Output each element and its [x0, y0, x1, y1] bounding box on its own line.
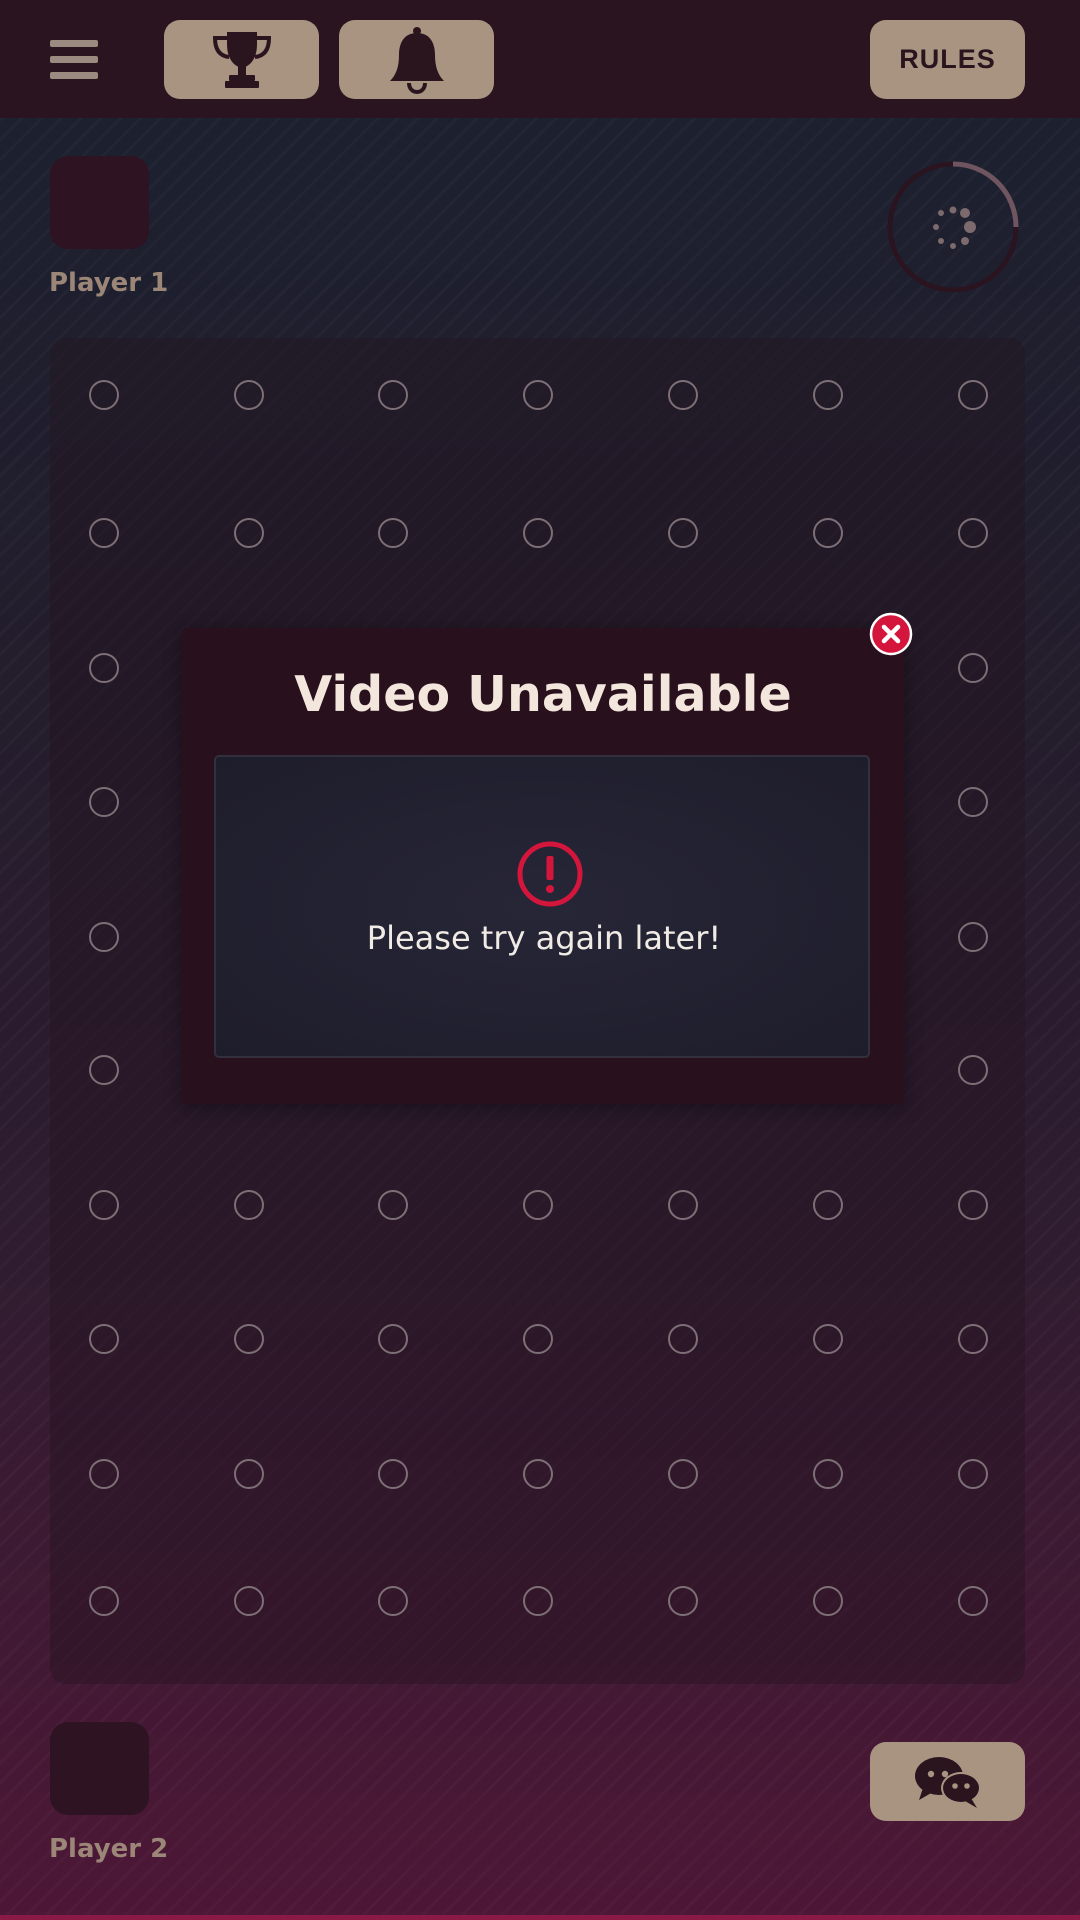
video-unavailable-dialog: Video Unavailable Please try again later… — [182, 628, 904, 1104]
board-slot[interactable] — [89, 922, 119, 952]
loading-spinner-icon — [933, 206, 976, 249]
notifications-button[interactable] — [339, 20, 494, 99]
board-slot[interactable] — [668, 1190, 698, 1220]
board-slot[interactable] — [523, 380, 553, 410]
board-slot[interactable] — [668, 518, 698, 548]
hamburger-menu-icon[interactable] — [50, 40, 98, 80]
video-player-area: Please try again later! — [214, 755, 870, 1058]
board-slot[interactable] — [523, 1459, 553, 1489]
chat-button[interactable] — [870, 1742, 1025, 1821]
board-slot[interactable] — [378, 380, 408, 410]
board-slot[interactable] — [813, 518, 843, 548]
board-slot[interactable] — [234, 1324, 264, 1354]
board-slot[interactable] — [958, 380, 988, 410]
board-slot[interactable] — [234, 1190, 264, 1220]
board-slot[interactable] — [89, 1190, 119, 1220]
board-slot[interactable] — [378, 1190, 408, 1220]
rules-label: RULES — [899, 44, 996, 74]
board-slot[interactable] — [234, 1459, 264, 1489]
board-slot[interactable] — [813, 1459, 843, 1489]
board-slot[interactable] — [234, 380, 264, 410]
rules-button[interactable]: RULES — [870, 20, 1025, 99]
board-slot[interactable] — [668, 1586, 698, 1616]
board-slot[interactable] — [89, 653, 119, 683]
board-slot[interactable] — [89, 1459, 119, 1489]
board-slot[interactable] — [378, 1324, 408, 1354]
board-slot[interactable] — [89, 380, 119, 410]
board-slot[interactable] — [813, 380, 843, 410]
player-2-avatar — [50, 1722, 149, 1815]
board-slot[interactable] — [89, 1324, 119, 1354]
board-slot[interactable] — [89, 518, 119, 548]
player-2-name: Player 2 — [49, 1834, 169, 1864]
board-slot[interactable] — [958, 1324, 988, 1354]
chat-bubbles-icon — [914, 1756, 981, 1808]
board-slot[interactable] — [958, 787, 988, 817]
player-1-avatar — [50, 156, 149, 249]
board-slot[interactable] — [813, 1324, 843, 1354]
board-slot[interactable] — [234, 1586, 264, 1616]
board-slot[interactable] — [523, 518, 553, 548]
board-slot[interactable] — [958, 518, 988, 548]
board-slot[interactable] — [523, 1324, 553, 1354]
board-slot[interactable] — [958, 1586, 988, 1616]
dialog-title: Video Unavailable — [294, 666, 792, 723]
board-slot[interactable] — [89, 787, 119, 817]
close-x-icon[interactable] — [869, 612, 913, 656]
bell-icon — [389, 26, 444, 94]
board-slot[interactable] — [958, 922, 988, 952]
board-slot[interactable] — [958, 1459, 988, 1489]
board-slot[interactable] — [523, 1190, 553, 1220]
exclamation-circle-icon — [517, 841, 583, 907]
board-slot[interactable] — [668, 1459, 698, 1489]
trophy-button[interactable] — [164, 20, 319, 99]
player-1-name: Player 1 — [49, 268, 169, 298]
error-message: Please try again later! — [366, 919, 722, 957]
board-slot[interactable] — [378, 518, 408, 548]
board-slot[interactable] — [234, 518, 264, 548]
board-slot[interactable] — [813, 1190, 843, 1220]
board-slot[interactable] — [378, 1586, 408, 1616]
board-slot[interactable] — [668, 1324, 698, 1354]
board-slot[interactable] — [958, 1190, 988, 1220]
turn-timer-indicator — [887, 161, 1019, 293]
board-slot[interactable] — [523, 1586, 553, 1616]
board-slot[interactable] — [378, 1459, 408, 1489]
trophy-icon — [212, 31, 271, 88]
board-slot[interactable] — [89, 1055, 119, 1085]
board-slot[interactable] — [958, 653, 988, 683]
bottom-accent-line — [0, 1915, 1080, 1920]
board-slot[interactable] — [89, 1586, 119, 1616]
top-bar: RULES — [0, 0, 1080, 118]
board-slot[interactable] — [668, 380, 698, 410]
board-slot[interactable] — [958, 1055, 988, 1085]
board-slot[interactable] — [813, 1586, 843, 1616]
